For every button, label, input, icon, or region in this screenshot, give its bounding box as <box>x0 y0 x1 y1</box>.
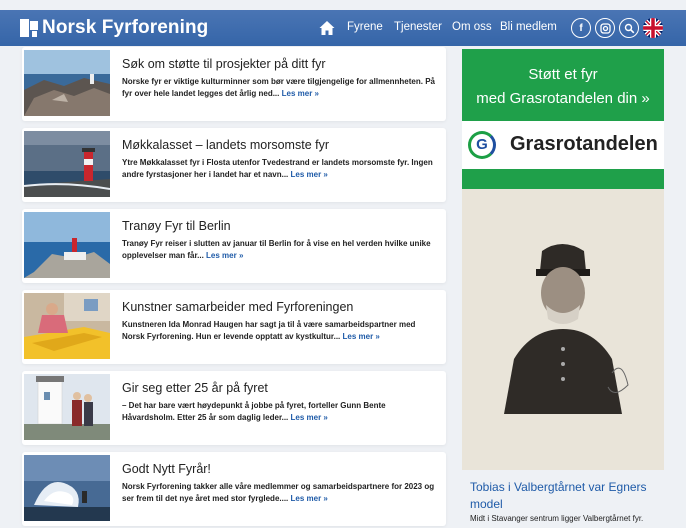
promo-line-2: med Grasrotandelen din » <box>476 90 650 107</box>
site-header: Norsk Fyrforening Fyrene Tjenester Om os… <box>0 10 686 46</box>
nav-link-bli-medlem[interactable]: Bli medlem <box>500 21 557 33</box>
article-thumbnail[interactable] <box>24 212 110 278</box>
grasrot-g-letter: G <box>476 136 488 153</box>
brand-name: Norsk Fyrforening <box>42 17 209 38</box>
read-more-link[interactable]: Les mer » <box>291 494 328 503</box>
article-card[interactable]: Møkkalasset – landets morsomste fyr Ytre… <box>22 128 446 202</box>
facebook-icon[interactable]: f <box>571 18 591 38</box>
article-title[interactable]: Kunstner samarbeider med Fyrforeningen <box>122 300 353 314</box>
grasrot-promo-banner[interactable]: Støtt et fyr med Grasrotandelen din » <box>462 49 664 121</box>
article-excerpt-text: – Det har bare vært høydepunkt å jobbe p… <box>122 401 386 422</box>
read-more-link[interactable]: Les mer » <box>343 332 380 341</box>
article-card[interactable]: Kunstner samarbeider med Fyrforeningen K… <box>22 290 446 364</box>
article-title[interactable]: Møkkalasset – landets morsomste fyr <box>122 138 329 152</box>
tobias-portrait-image[interactable] <box>462 189 664 470</box>
article-thumbnail[interactable] <box>24 50 110 116</box>
article-excerpt-text: Norske fyr er viktige kulturminner som b… <box>122 77 435 98</box>
nav-link-om-oss[interactable]: Om oss <box>452 21 492 33</box>
article-card[interactable]: Søk om støtte til prosjekter på ditt fyr… <box>22 47 446 121</box>
article-thumbnail[interactable] <box>24 455 110 521</box>
search-icon[interactable] <box>619 18 639 38</box>
home-icon[interactable] <box>318 19 336 37</box>
nav-link-fyrene[interactable]: Fyrene <box>347 21 383 33</box>
uk-flag-icon[interactable] <box>643 18 663 38</box>
article-excerpt: Norsk Fyrforening takker alle våre medle… <box>122 481 440 505</box>
article-card[interactable]: Godt Nytt Fyrår! Norsk Fyrforening takke… <box>22 452 446 526</box>
brand[interactable]: Norsk Fyrforening <box>20 16 208 40</box>
grasrot-wordmark: Grasrotandelen <box>510 133 658 155</box>
article-title[interactable]: Søk om støtte til prosjekter på ditt fyr <box>122 57 326 71</box>
article-excerpt: Kunstneren Ida Monrad Haugen har sagt ja… <box>122 319 440 343</box>
article-excerpt-text: Tranøy Fyr reiser i slutten av januar ti… <box>122 239 431 260</box>
feature-article-title[interactable]: Tobias i Valbergtårnet var Egners model <box>470 479 660 513</box>
article-title[interactable]: Gir seg etter 25 år på fyret <box>122 381 268 395</box>
article-title[interactable]: Godt Nytt Fyrår! <box>122 462 211 476</box>
brand-logo-icon <box>20 19 38 37</box>
green-band <box>462 169 664 189</box>
read-more-link[interactable]: Les mer » <box>291 170 328 179</box>
article-thumbnail[interactable] <box>24 293 110 359</box>
article-excerpt: – Det har bare vært høydepunkt å jobbe p… <box>122 400 440 424</box>
article-excerpt-text: Ytre Møkkalasset fyr i Flosta utenfor Tv… <box>122 158 433 179</box>
grasrot-g-icon: G <box>468 131 496 159</box>
promo-line-1: Støtt et fyr <box>528 66 598 83</box>
article-thumbnail[interactable] <box>24 131 110 197</box>
article-excerpt: Tranøy Fyr reiser i slutten av januar ti… <box>122 238 440 262</box>
article-card[interactable]: Gir seg etter 25 år på fyret – Det har b… <box>22 371 446 445</box>
article-card[interactable]: Tranøy Fyr til Berlin Tranøy Fyr reiser … <box>22 209 446 283</box>
article-title[interactable]: Tranøy Fyr til Berlin <box>122 219 231 233</box>
article-excerpt-text: Norsk Fyrforening takker alle våre medle… <box>122 482 435 503</box>
instagram-icon[interactable] <box>595 18 615 38</box>
nav-link-tjenester[interactable]: Tjenester <box>394 21 442 33</box>
read-more-link[interactable]: Les mer » <box>282 89 319 98</box>
article-excerpt: Ytre Møkkalasset fyr i Flosta utenfor Tv… <box>122 157 440 181</box>
feature-article-excerpt: Midt i Stavanger sentrum ligger Valbergt… <box>470 514 644 523</box>
read-more-link[interactable]: Les mer » <box>206 251 243 260</box>
article-thumbnail[interactable] <box>24 374 110 440</box>
grasrotandelen-logo[interactable]: G Grasrotandelen <box>462 121 664 169</box>
article-excerpt: Norske fyr er viktige kulturminner som b… <box>122 76 440 100</box>
read-more-link[interactable]: Les mer » <box>291 413 328 422</box>
